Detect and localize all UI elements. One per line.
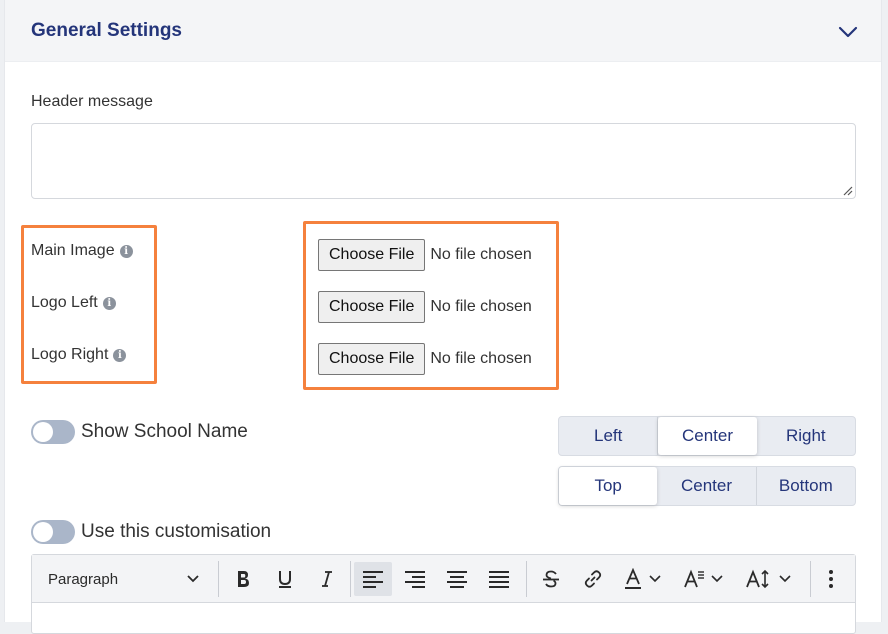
logo-right-label-text: Logo Right (31, 346, 109, 363)
font-color-dropdown[interactable] (616, 562, 668, 596)
use-customisation-toggle[interactable] (31, 520, 75, 544)
font-family-dropdown[interactable] (676, 562, 730, 596)
choose-file-button[interactable]: Choose File (318, 291, 426, 323)
horizontal-align-group: Left Center Right (558, 416, 856, 456)
toggle-knob (33, 522, 53, 542)
show-school-name-toggle[interactable] (31, 420, 75, 444)
toggle-knob (33, 422, 53, 442)
italic-button[interactable] (310, 562, 344, 596)
file-status: No file chosen (430, 350, 532, 367)
align-justify-button[interactable] (480, 562, 518, 596)
choose-file-button[interactable]: Choose File (318, 343, 426, 375)
section-title: General Settings (31, 20, 182, 41)
chevron-down-icon (711, 575, 723, 583)
logo-left-label: Logo Left i (31, 294, 116, 312)
toolbar-divider (218, 561, 219, 597)
chevron-down-icon (779, 575, 791, 583)
strikethrough-icon (543, 570, 559, 588)
align-left-button[interactable] (354, 562, 392, 596)
resize-handle-icon[interactable] (841, 184, 853, 196)
underline-icon (279, 571, 291, 588)
logo-right-file-input: Choose File No file chosen (318, 343, 532, 375)
font-size-dropdown[interactable] (736, 562, 800, 596)
main-image-file-input: Choose File No file chosen (318, 239, 532, 271)
font-family-icon (684, 569, 704, 588)
toolbar-divider (526, 561, 527, 597)
vertical-align-group: Top Center Bottom (558, 466, 856, 506)
link-button[interactable] (574, 562, 612, 596)
align-left-option[interactable]: Left (559, 417, 659, 455)
file-status: No file chosen (430, 246, 532, 263)
align-justify-icon (489, 571, 509, 588)
chevron-down-icon[interactable] (837, 24, 859, 40)
align-center-option[interactable]: Center (658, 417, 757, 455)
toolbar-divider (350, 561, 351, 597)
bold-button[interactable] (226, 562, 260, 596)
font-size-icon (746, 569, 769, 589)
logo-left-label-text: Logo Left (31, 294, 98, 311)
general-settings-panel: General Settings Header message Main Ima… (4, 0, 882, 634)
align-left-icon (363, 571, 383, 588)
underline-button[interactable] (268, 562, 302, 596)
show-school-name-row: Show School Name (31, 420, 248, 444)
logo-right-label: Logo Right i (31, 346, 127, 364)
more-vertical-icon (829, 570, 833, 588)
align-center-button[interactable] (438, 562, 476, 596)
use-customisation-label: Use this customisation (81, 521, 272, 542)
editor-toolbar: Paragraph (32, 555, 855, 603)
header-message-label: Header message (31, 93, 153, 110)
bold-icon (238, 571, 249, 587)
align-right-button[interactable] (396, 562, 434, 596)
strikethrough-button[interactable] (532, 562, 570, 596)
main-image-label-text: Main Image (31, 242, 115, 259)
block-format-dropdown[interactable]: Paragraph (40, 562, 208, 596)
chevron-down-icon (187, 575, 199, 583)
align-right-icon (405, 571, 425, 588)
block-format-label: Paragraph (48, 570, 119, 588)
use-customisation-row: Use this customisation (31, 520, 271, 544)
chevron-down-icon (649, 575, 661, 583)
more-options-button[interactable] (816, 562, 846, 596)
toolbar-divider (810, 561, 811, 597)
link-icon (584, 570, 602, 588)
info-icon[interactable]: i (119, 244, 133, 258)
align-center-icon (447, 571, 467, 588)
show-school-name-label: Show School Name (81, 421, 248, 442)
font-color-icon (625, 568, 641, 589)
align-top-option[interactable]: Top (559, 467, 658, 505)
info-icon[interactable]: i (102, 296, 116, 310)
rich-text-editor: Paragraph (31, 554, 856, 634)
logo-left-file-input: Choose File No file chosen (318, 291, 532, 323)
align-middle-option[interactable]: Center (657, 467, 757, 505)
align-bottom-option[interactable]: Bottom (757, 467, 855, 505)
choose-file-button[interactable]: Choose File (318, 239, 426, 271)
italic-icon (322, 571, 332, 587)
section-header[interactable]: General Settings (5, 0, 881, 62)
file-status: No file chosen (430, 298, 532, 315)
main-image-label: Main Image i (31, 242, 133, 260)
info-icon[interactable]: i (113, 348, 127, 362)
align-right-option[interactable]: Right (757, 417, 855, 455)
header-message-input[interactable] (31, 123, 856, 199)
